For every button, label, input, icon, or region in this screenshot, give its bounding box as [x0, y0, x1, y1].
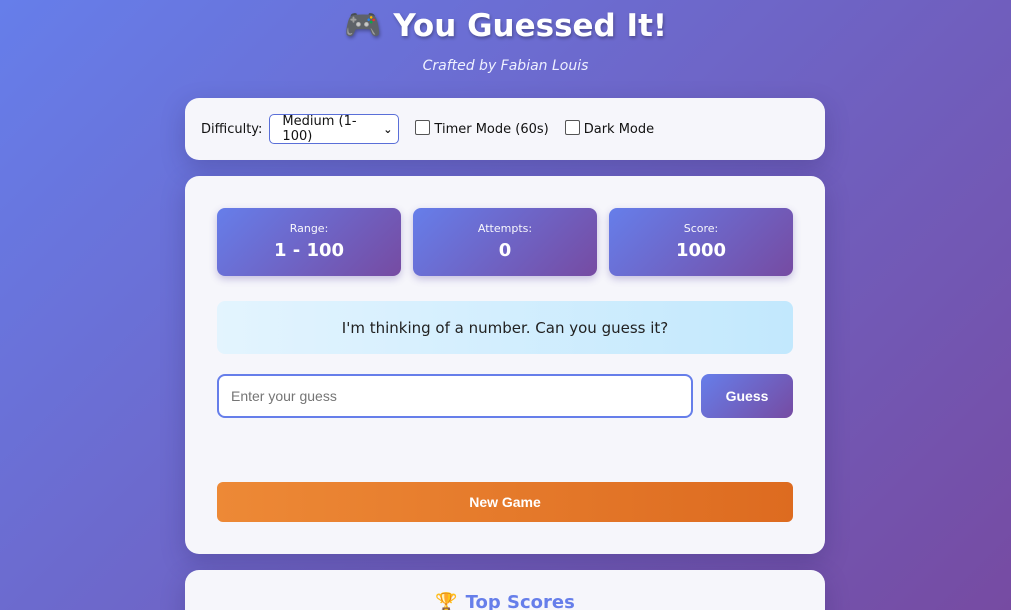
gamepad-icon: 🎮 — [343, 8, 382, 43]
title-text: You Guessed It! — [393, 8, 668, 44]
dark-mode-label: Dark Mode — [583, 121, 655, 137]
score-value: 1000 — [675, 240, 727, 261]
range-value: 1 - 100 — [273, 240, 345, 261]
settings-panel: Difficulty: Medium (1-100) ⌄ Timer Mode … — [185, 98, 825, 160]
attempts-label: Attempts: — [477, 222, 533, 235]
page-title: 🎮 You Guessed It! — [344, 6, 667, 46]
range-stat: Range: 1 - 100 — [217, 208, 401, 276]
timer-mode-toggle[interactable]: Timer Mode (60s) — [415, 119, 549, 137]
dark-mode-toggle[interactable]: Dark Mode — [564, 119, 655, 137]
score-label: Score: — [683, 222, 719, 235]
guess-input[interactable] — [217, 374, 693, 418]
new-game-button[interactable]: New Game — [217, 482, 793, 522]
guess-button[interactable]: Guess — [701, 374, 793, 418]
score-stat: Score: 1000 — [609, 208, 793, 276]
header: 🎮 You Guessed It! Crafted by Fabian Loui… — [0, 0, 1011, 74]
trophy-icon: 🏆 — [435, 592, 458, 610]
top-scores-heading: 🏆 Top Scores — [435, 592, 575, 610]
top-scores-panel: 🏆 Top Scores — [185, 570, 825, 610]
game-message: I'm thinking of a number. Can you guess … — [217, 301, 793, 354]
top-scores-title: Top Scores — [465, 592, 575, 610]
timer-mode-checkbox[interactable] — [415, 119, 431, 135]
game-panel: Range: 1 - 100 Attempts: 0 Score: 1000 I… — [185, 176, 825, 554]
attempts-stat: Attempts: 0 — [413, 208, 597, 276]
dark-mode-checkbox[interactable] — [564, 119, 580, 135]
attempts-value: 0 — [498, 240, 512, 261]
range-label: Range: — [289, 222, 329, 235]
subtitle: Crafted by Fabian Louis — [422, 58, 589, 74]
difficulty-label: Difficulty: — [201, 121, 263, 137]
difficulty-selected-value: Medium (1-100) — [282, 114, 357, 144]
difficulty-select[interactable]: Medium (1-100) ⌄ — [269, 114, 400, 144]
chevron-down-icon: ⌄ — [383, 122, 393, 136]
timer-mode-label: Timer Mode (60s) — [434, 121, 549, 137]
